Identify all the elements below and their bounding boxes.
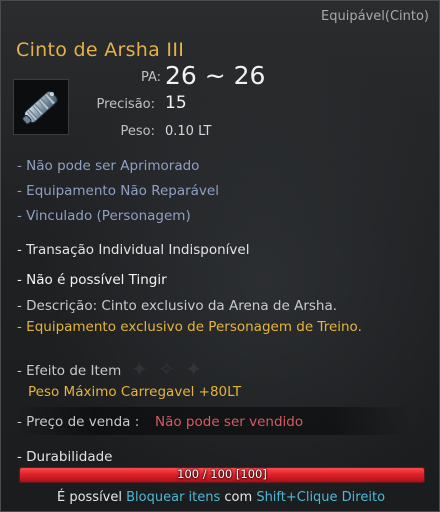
item-slot-type: Equipável(Cinto) <box>321 9 429 24</box>
lock-items-link[interactable]: Bloquear itens <box>126 490 220 505</box>
weight-value: 0.10 LT <box>165 124 212 139</box>
pa-label: PA: <box>140 70 161 85</box>
weight-label: Peso: <box>120 124 155 139</box>
dye-restriction: - Não é possível Tingir <box>17 272 167 288</box>
restriction-bound-character: - Vinculado (Personagem) <box>17 208 191 224</box>
item-effect-value: Peso Máximo Carregavel +80LT <box>28 384 242 400</box>
pa-value: 26 ~ 26 <box>165 61 266 90</box>
restriction-not-repairable: - Equipamento Não Reparável <box>17 183 219 199</box>
background-watermark: ✦ ✧ ✦ <box>131 357 204 381</box>
item-effect-header: - Efeito de Item <box>17 363 122 379</box>
restriction-not-enhanceable: - Não pode ser Aprimorado <box>17 158 200 174</box>
trade-restriction: - Transação Individual Indisponível <box>17 242 250 258</box>
durability-label: - Durabilidade <box>17 449 113 465</box>
item-name: Cinto de Arsha III <box>16 39 185 61</box>
lock-hint-text-1: É possível <box>56 490 122 505</box>
lock-hint: É possível Bloquear itens com Shift+Cliq… <box>1 490 439 505</box>
sell-price-label: - Preço de venda : <box>17 414 140 430</box>
description-line-1: - Descrição: Cinto exclusivo da Arena de… <box>17 298 338 314</box>
lock-hint-text-2: com <box>224 490 253 505</box>
durability-value: 100 / 100 [100] <box>177 467 267 481</box>
shortcut-link[interactable]: Shift+Clique Direito <box>256 490 385 505</box>
sell-price-value: Não pode ser vendido <box>155 414 304 430</box>
description-line-2: - Equipamento exclusivo de Personagem de… <box>17 319 362 335</box>
precision-label: Precisão: <box>96 97 156 112</box>
item-tooltip: Equipável(Cinto) Cinto de Arsha III PA: … <box>0 0 440 512</box>
precision-value: 15 <box>165 93 187 113</box>
durability-bar: 100 / 100 [100] <box>19 467 425 483</box>
